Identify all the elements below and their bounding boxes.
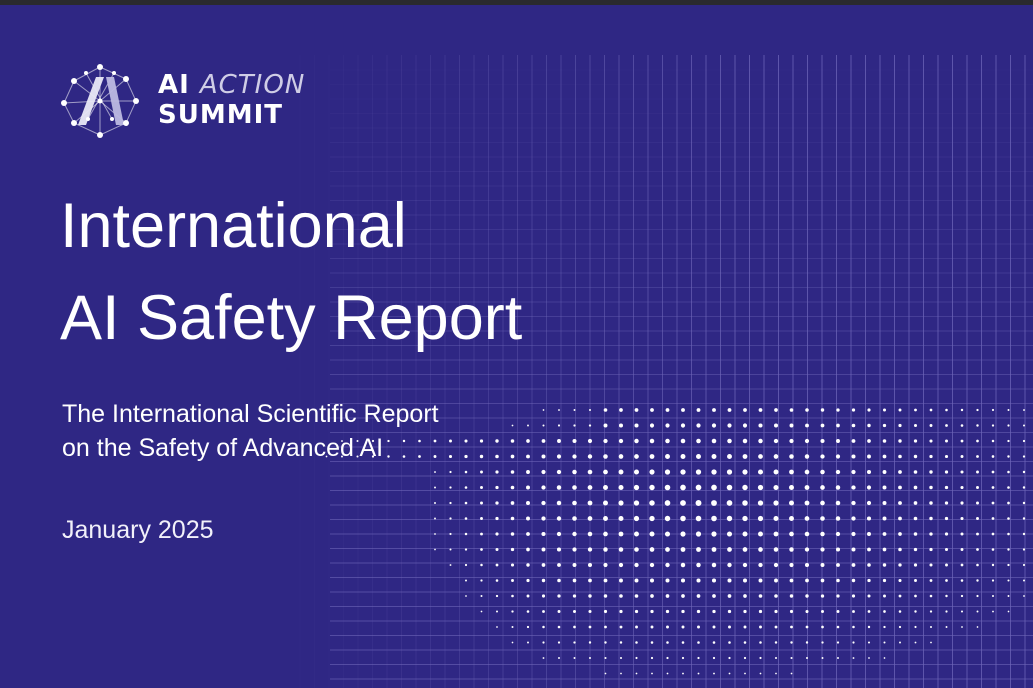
report-subtitle-line-2: on the Safety of Advanced AI: [62, 434, 384, 462]
wordmark-action: ACTION: [199, 70, 306, 100]
wordmark-ai: AI: [158, 70, 190, 100]
report-subtitle: The International Scientific Report on t…: [62, 397, 439, 465]
report-cover: AI ACTION SUMMIT International AI Safety…: [0, 0, 1033, 688]
ai-network-icon: [61, 64, 139, 138]
wordmark-summit: SUMMIT: [158, 100, 283, 130]
report-date: January 2025: [62, 516, 214, 544]
report-title-line-2: AI Safety Report: [60, 283, 523, 353]
report-title: International AI Safety Report: [60, 180, 522, 364]
summit-wordmark: AI ACTION SUMMIT: [158, 70, 305, 130]
report-title-line-1: International: [60, 191, 407, 261]
cover-content: AI ACTION SUMMIT International AI Safety…: [0, 0, 1033, 688]
top-border: [0, 0, 1033, 5]
report-subtitle-line-1: The International Scientific Report: [62, 400, 439, 428]
